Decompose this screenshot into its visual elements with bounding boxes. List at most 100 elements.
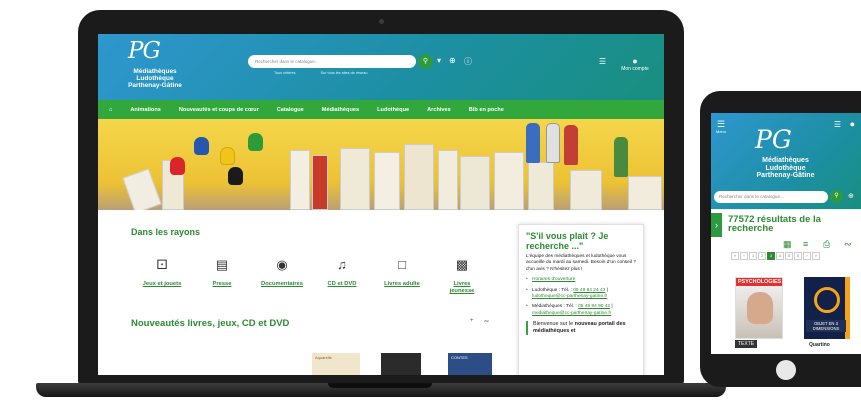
nouveaute-thumbnail[interactable]: Aquarelle [312, 353, 360, 375]
ludo-mail-link[interactable]: ludotheque@cc-parthenay-gatine.fr [532, 294, 607, 299]
banner-book [312, 155, 328, 210]
result-title[interactable]: Quartino [809, 342, 830, 348]
media-mail-link[interactable]: mediatheque@cc-parthenay-gatine.fr [532, 311, 611, 316]
page-next[interactable]: › [803, 252, 811, 260]
results-bar: › 77572 résultats de la recherche [711, 209, 861, 239]
site-logo-text[interactable]: Médiathèques Ludothèque Parthenay-Gâtine [723, 157, 848, 180]
zoom-in-icon[interactable]: ⊕ [848, 192, 854, 200]
ludo-label: Ludothèque : Tél. : [532, 287, 572, 293]
site-logo-mark[interactable]: PG [755, 125, 792, 154]
banner-figurine [526, 123, 540, 163]
logo-line: Ludothèque [136, 75, 174, 82]
nav-item-nouveautes[interactable]: Nouveautés et coups de cœur [179, 107, 259, 113]
media-label: Médiathèques : Tél. : [532, 304, 577, 310]
list-icon[interactable]: ☰ [834, 120, 841, 129]
rayon-documentaires[interactable]: ◉ Documentaires [252, 257, 312, 288]
nav-item-animations[interactable]: Animations [130, 107, 160, 113]
nav-item-bib-en-poche[interactable]: Bib en poche [469, 107, 504, 113]
page-link[interactable]: 5 [785, 252, 793, 260]
rayon-presse[interactable]: ▤ Presse [192, 257, 252, 288]
banner-book [290, 150, 310, 210]
ludo-phone-link[interactable]: 05 49 94 24 43 [573, 288, 605, 293]
user-icon[interactable]: ● [850, 119, 855, 129]
search-icon: ⚲ [834, 193, 839, 199]
search-button[interactable]: ⚲ [418, 54, 433, 69]
result-cover[interactable]: OBJET EN 3 DIMENSIONS [804, 277, 850, 339]
banner-book [628, 176, 662, 210]
logo-line: Médiathèques [762, 157, 809, 164]
page-link[interactable]: 6 [794, 252, 802, 260]
laptop-notch [328, 383, 432, 388]
contact-panel: "S'il vous plaît ? Je recherche ..." L'é… [518, 224, 644, 375]
results-count: 77572 résultats de la recherche [728, 214, 821, 234]
site-logo-text[interactable]: Médiathèques Ludothèque Parthenay-Gâtine [118, 68, 192, 89]
newspaper-icon: ▤ [215, 257, 229, 272]
zoom-in-icon[interactable]: ⊕ [449, 56, 456, 65]
list-icon[interactable]: ☰ [599, 57, 606, 66]
device-mockup: PG Médiathèques Ludothèque Parthenay-Gât… [0, 0, 861, 416]
nouveaute-thumbnail[interactable] [381, 353, 421, 375]
home-icon[interactable]: ⌂ [109, 107, 112, 113]
search-button[interactable]: ⚲ [830, 190, 843, 203]
media-phone-link[interactable]: 05 49 94 90 42 [578, 304, 610, 309]
search-icon: ⚲ [422, 58, 429, 65]
rayon-label[interactable]: Jeux et jouets [132, 281, 192, 288]
help-icon[interactable]: ⓘ [464, 56, 472, 67]
laptop-screen: PG Médiathèques Ludothèque Parthenay-Gât… [98, 34, 664, 375]
rayon-cd-dvd[interactable]: ♫ CD et DVD [312, 257, 372, 288]
banner-figurine [564, 125, 578, 165]
hours-link[interactable]: Horaires d'ouverture [532, 277, 575, 282]
rayon-label[interactable]: Presse [192, 281, 252, 288]
print-icon[interactable]: ⎙ [823, 239, 830, 250]
cover-graphic [814, 287, 840, 313]
rayon-label[interactable]: CD et DVD [312, 281, 372, 288]
rss-icon[interactable]: ∾ [484, 318, 489, 325]
laptop-camera [379, 19, 384, 24]
contact-item: Horaires d'ouverture [526, 277, 636, 284]
welcome-pre: Bienvenue sur le [533, 321, 574, 328]
logo-line: Parthenay-Gâtine [128, 82, 182, 89]
grid-icon[interactable]: ▦ [783, 239, 792, 250]
page-first[interactable]: « [731, 252, 739, 260]
result-type-badge: TEXTE [735, 340, 758, 348]
result-type-badge: OBJET EN 3 DIMENSIONS [806, 320, 846, 332]
result-cover[interactable]: PSYCHOLOGIES [735, 277, 783, 339]
page-prev[interactable]: ‹ [740, 252, 748, 260]
tablet-header: ☰ Menu ☰ ● PG Médiathèques Ludothèque Par… [711, 113, 861, 209]
account-button[interactable]: ● Mon compte [612, 56, 658, 72]
chevron-down-icon[interactable]: ▾ [437, 56, 441, 65]
page-link[interactable]: 1 [749, 252, 757, 260]
rss-icon[interactable]: ∾ [844, 239, 852, 250]
search-input[interactable]: Rechercher dans le catalogue... [248, 55, 416, 68]
rayon-jeux[interactable]: ⚀ Jeux et jouets [132, 257, 192, 288]
nav-item-archives[interactable]: Archives [427, 107, 451, 113]
banner-book [374, 152, 400, 210]
list-add-icon[interactable]: ≡ [803, 239, 808, 249]
nav-item-mediatheques[interactable]: Médiathèques [322, 107, 359, 113]
rayon-livres-jeunesse[interactable]: ▩ Livres jeunesse [432, 257, 492, 295]
nav-item-ludotheque[interactable]: Ludothèque [377, 107, 409, 113]
rayon-label[interactable]: Livres adulte [372, 281, 432, 288]
banner-book [340, 148, 370, 210]
page-current[interactable]: 3 [767, 252, 775, 260]
disc-icon: ♫ [337, 257, 347, 272]
page-link[interactable]: 2 [758, 252, 766, 260]
site-header: PG Médiathèques Ludothèque Parthenay-Gât… [98, 34, 664, 100]
banner-pawn [194, 137, 209, 155]
nouveaute-thumbnail[interactable]: CONTES [448, 353, 492, 375]
site-logo-mark[interactable]: PG [128, 38, 161, 64]
nav-item-catalogue[interactable]: Catalogue [277, 107, 304, 113]
menu-label: Menu [716, 129, 727, 134]
tablet-home-button [776, 360, 796, 380]
rayon-label[interactable]: Documentaires [252, 281, 312, 288]
add-icon[interactable]: + [470, 318, 474, 324]
search-scope-link[interactable]: Sur tous les sites de réseau [321, 71, 368, 75]
rayon-livres-adulte[interactable]: □ Livres adulte [372, 257, 432, 288]
chevron-right-icon[interactable]: › [711, 213, 722, 237]
page-link[interactable]: 4 [776, 252, 784, 260]
search-criteria-link[interactable]: Tous critères [274, 71, 296, 75]
menu-button[interactable]: ☰ Menu [716, 120, 726, 136]
rayon-label[interactable]: Livres jeunesse [444, 281, 480, 295]
page-last[interactable]: » [812, 252, 820, 260]
search-input[interactable]: Rechercher dans le catalogue... [714, 191, 828, 203]
